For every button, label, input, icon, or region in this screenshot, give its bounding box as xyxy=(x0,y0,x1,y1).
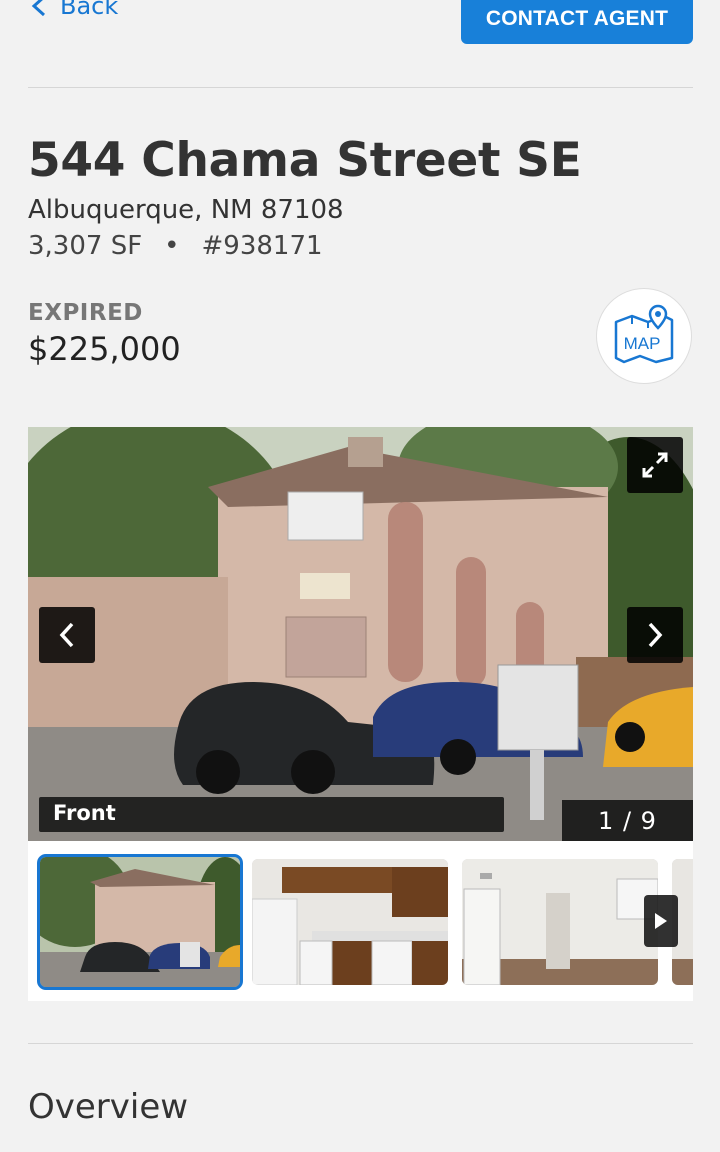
play-right-icon xyxy=(655,913,667,929)
overview-heading: Overview xyxy=(28,1087,189,1127)
main-photo[interactable]: Front 1 / 9 xyxy=(28,427,693,841)
chevron-right-icon xyxy=(648,622,663,648)
next-photo-button[interactable] xyxy=(627,607,683,663)
map-button[interactable]: MAP xyxy=(596,288,692,384)
thumbnail-front[interactable] xyxy=(37,854,243,990)
divider xyxy=(28,1043,693,1044)
photo-caption: Front xyxy=(39,797,504,832)
property-title: 544 Chama Street SE xyxy=(28,133,582,188)
chevron-left-icon xyxy=(59,622,74,648)
photo-counter: 1 / 9 xyxy=(562,800,693,841)
map-pin-icon: MAP xyxy=(614,304,674,364)
chevron-left-icon xyxy=(31,0,46,17)
thumbnails-next-button[interactable] xyxy=(644,895,678,947)
back-label: Back xyxy=(60,0,119,20)
divider xyxy=(28,87,693,88)
listing-id: #938171 xyxy=(201,231,323,261)
fullscreen-button[interactable] xyxy=(627,437,683,493)
top-bar: Back CONTACT AGENT xyxy=(0,0,720,88)
previous-photo-button[interactable] xyxy=(39,607,95,663)
map-label: MAP xyxy=(624,334,661,353)
expand-icon xyxy=(642,452,668,478)
property-meta: 3,307 SF • #938171 xyxy=(28,231,323,261)
photo-gallery: Front 1 / 9 xyxy=(28,427,693,1001)
meta-separator: • xyxy=(164,231,180,261)
thumbnail-strip xyxy=(28,841,693,1001)
contact-agent-button[interactable]: CONTACT AGENT xyxy=(461,0,693,44)
property-address: Albuquerque, NM 87108 xyxy=(28,195,344,225)
thumbnail-bedroom[interactable] xyxy=(462,859,658,985)
status-label: EXPIRED xyxy=(28,300,143,326)
property-size: 3,307 SF xyxy=(28,231,143,261)
price: $225,000 xyxy=(28,330,181,368)
back-link[interactable]: Back xyxy=(30,0,118,20)
thumbnail-kitchen[interactable] xyxy=(252,859,448,985)
